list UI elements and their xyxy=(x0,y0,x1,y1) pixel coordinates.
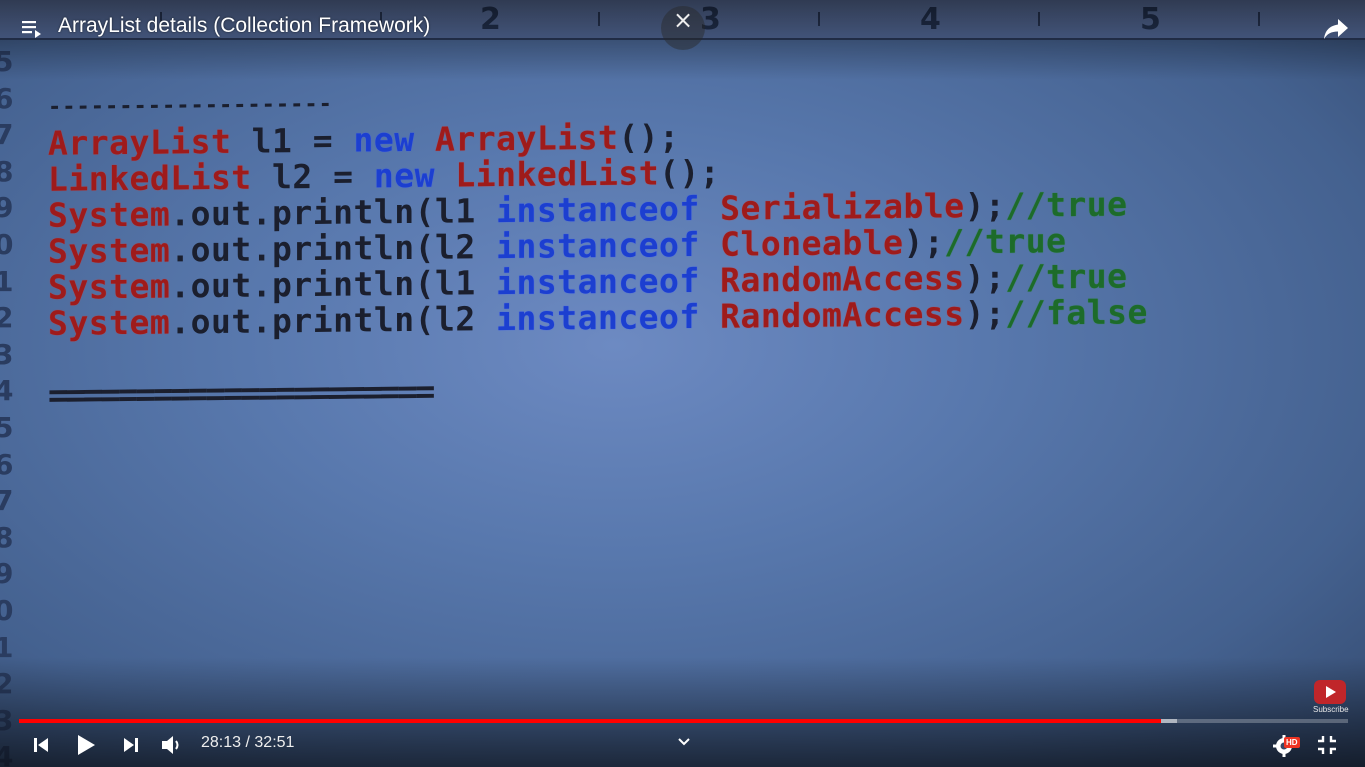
line-number: 7 xyxy=(0,118,14,152)
line-number: 9 xyxy=(0,557,14,591)
code-token: instanceof xyxy=(496,296,700,339)
code-token: new xyxy=(373,155,436,196)
code-token: LinkedList xyxy=(435,153,660,195)
code-token: RandomAccess xyxy=(699,294,965,336)
next-icon[interactable] xyxy=(121,735,141,755)
line-number: 5 xyxy=(0,410,14,444)
volume-icon[interactable] xyxy=(160,734,184,756)
code-comment: //true xyxy=(944,221,1067,262)
line-number: 9 xyxy=(0,191,14,225)
code-token: l2 = xyxy=(251,156,374,197)
line-number: 0 xyxy=(0,227,14,261)
chevron-down-icon[interactable] xyxy=(676,736,692,748)
line-number: 0 xyxy=(0,593,14,627)
code-token: System xyxy=(48,194,171,235)
line-number: 2 xyxy=(0,301,14,335)
video-frame[interactable]: 2 3 4 5 5 6 7 8 9 0 1 2 3 4 5 6 7 8 9 0 … xyxy=(0,0,1365,767)
exit-fullscreen-icon[interactable] xyxy=(1316,734,1338,756)
close-icon[interactable]: × xyxy=(661,6,705,50)
line-number: 8 xyxy=(0,520,14,554)
code-token: ); xyxy=(964,257,1006,298)
code-token: System xyxy=(48,302,171,343)
progress-bar[interactable] xyxy=(19,719,1348,723)
line-number: 8 xyxy=(0,154,14,188)
code-token: ArrayList xyxy=(48,121,232,163)
duration: 32:51 xyxy=(254,734,295,751)
code-token: l1 = xyxy=(231,120,354,161)
code-token: System xyxy=(48,266,171,307)
code-comment: //true xyxy=(1005,256,1128,297)
subscribe-label: Subscribe xyxy=(1313,705,1349,714)
code-token: Cloneable xyxy=(699,222,904,264)
code-token: instanceof xyxy=(496,224,700,267)
line-number: 4 xyxy=(0,374,14,408)
line-number: 3 xyxy=(0,337,14,371)
line-number: 6 xyxy=(0,81,14,115)
progress-played xyxy=(19,719,1161,723)
code-token: System xyxy=(48,230,171,271)
time-separator: / xyxy=(241,734,255,751)
code-token: LinkedList xyxy=(48,157,252,199)
current-time: 28:13 xyxy=(201,734,242,751)
play-icon[interactable] xyxy=(74,733,98,757)
hd-badge: HD xyxy=(1284,737,1300,748)
code-token: (); xyxy=(618,117,680,157)
playlist-icon[interactable] xyxy=(20,16,44,40)
subscribe-icon xyxy=(1314,680,1346,704)
video-title[interactable]: ArrayList details (Collection Framework) xyxy=(58,14,430,38)
line-number: 6 xyxy=(0,447,14,481)
code-token: new xyxy=(353,119,415,160)
share-icon[interactable] xyxy=(1322,16,1350,42)
separator-equals: ====================== xyxy=(48,371,433,416)
line-number: 1 xyxy=(0,264,14,298)
previous-icon[interactable] xyxy=(31,735,51,755)
line-number: 7 xyxy=(0,484,14,518)
time-display: 28:13 / 32:51 xyxy=(201,734,294,752)
code-token: instanceof xyxy=(496,188,700,231)
code-token: ); xyxy=(964,293,1006,334)
code-block: -------------------- ArrayList l1 = new … xyxy=(48,78,1148,416)
code-token: ArrayList xyxy=(414,117,619,159)
code-token: ); xyxy=(903,222,945,262)
code-comment: //true xyxy=(1005,184,1128,225)
code-comment: //false xyxy=(1005,292,1148,333)
code-token: ); xyxy=(964,185,1006,226)
subscribe-button[interactable]: Subscribe xyxy=(1313,680,1349,714)
code-token: .out.println(l2 xyxy=(170,299,497,342)
code-token: instanceof xyxy=(496,260,700,303)
code-token: (); xyxy=(659,152,721,193)
